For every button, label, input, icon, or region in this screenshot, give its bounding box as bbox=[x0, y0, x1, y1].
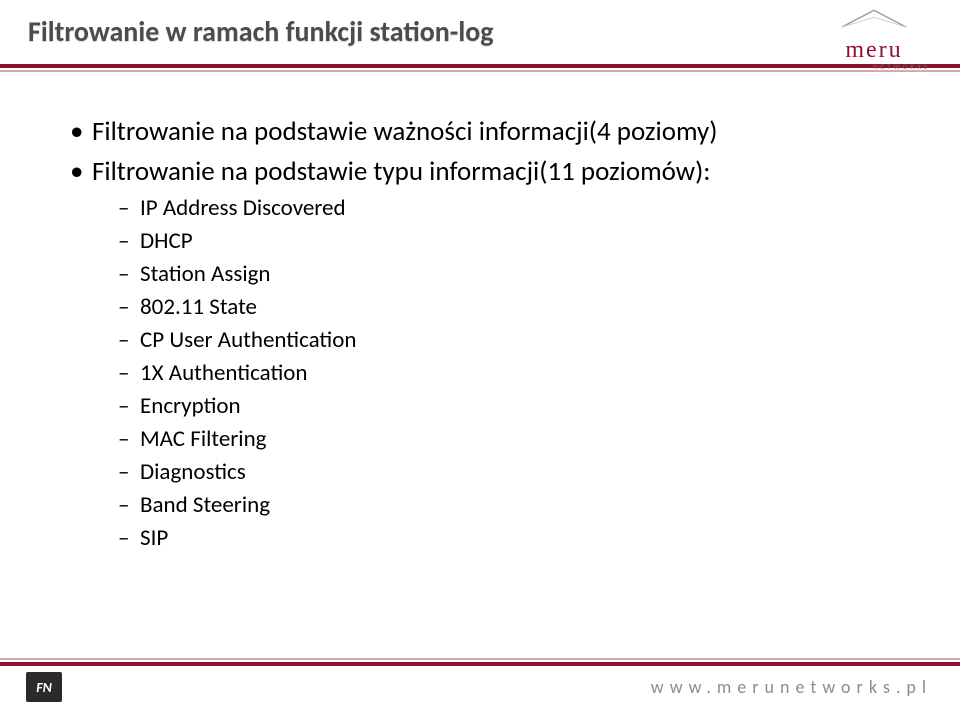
logo-wordmark: meru bbox=[814, 37, 934, 64]
sub-bullet-text: Station Assign bbox=[140, 260, 271, 288]
footer-logo-icon: FN bbox=[26, 672, 62, 702]
divider-dark bbox=[0, 662, 960, 666]
sub-bullet-item: DHCP bbox=[118, 226, 900, 257]
sub-bullet-text: Encryption bbox=[140, 392, 241, 420]
logo-diamond-icon bbox=[839, 6, 909, 30]
sub-bullet-text: 1X Authentication bbox=[140, 359, 307, 387]
bullet-item: Filtrowanie na podstawie typu informacji… bbox=[70, 154, 900, 554]
bullet-text: Filtrowanie na podstawie ważności inform… bbox=[92, 115, 717, 148]
sub-bullet-text: 802.11 State bbox=[140, 293, 257, 321]
sub-bullet-text: Band Steering bbox=[140, 491, 270, 519]
slide-title: Filtrowanie w ramach funkcji station-log bbox=[28, 14, 932, 49]
footer-url: www.merunetworks.pl bbox=[651, 676, 932, 698]
bullet-item: Filtrowanie na podstawie ważności inform… bbox=[70, 114, 900, 150]
sub-bullet-text: CP User Authentication bbox=[140, 326, 356, 354]
sub-bullet-text: DHCP bbox=[140, 227, 193, 255]
sub-bullet-item: Band Steering bbox=[118, 490, 900, 521]
sub-bullet-item: IP Address Discovered bbox=[118, 193, 900, 224]
sub-bullet-text: IP Address Discovered bbox=[140, 194, 346, 222]
sub-bullet-item: 802.11 State bbox=[118, 292, 900, 323]
bullet-list-level2: IP Address Discovered DHCP Station Assig… bbox=[118, 193, 900, 555]
sub-bullet-item: MAC Filtering bbox=[118, 424, 900, 455]
sub-bullet-text: SIP bbox=[140, 524, 168, 552]
sub-bullet-item: SIP bbox=[118, 523, 900, 554]
logo-subtext: NETWORKS bbox=[814, 62, 934, 71]
brand-logo: meru NETWORKS bbox=[814, 6, 934, 71]
sub-bullet-item: Diagnostics bbox=[118, 457, 900, 488]
footer-divider bbox=[0, 658, 960, 666]
sub-bullet-item: Station Assign bbox=[118, 259, 900, 290]
sub-bullet-item: CP User Authentication bbox=[118, 325, 900, 356]
sub-bullet-text: MAC Filtering bbox=[140, 425, 267, 453]
sub-bullet-item: Encryption bbox=[118, 391, 900, 422]
divider-light bbox=[0, 658, 960, 660]
bullet-text: Filtrowanie na podstawie typu informacji… bbox=[92, 155, 711, 188]
footer-logo-text: FN bbox=[36, 679, 52, 696]
bullet-list-level1: Filtrowanie na podstawie ważności inform… bbox=[70, 114, 900, 554]
slide-body: Filtrowanie na podstawie ważności inform… bbox=[0, 72, 960, 554]
slide: Filtrowanie w ramach funkcji station-log… bbox=[0, 0, 960, 712]
sub-bullet-text: Diagnostics bbox=[140, 458, 246, 486]
sub-bullet-item: 1X Authentication bbox=[118, 358, 900, 389]
